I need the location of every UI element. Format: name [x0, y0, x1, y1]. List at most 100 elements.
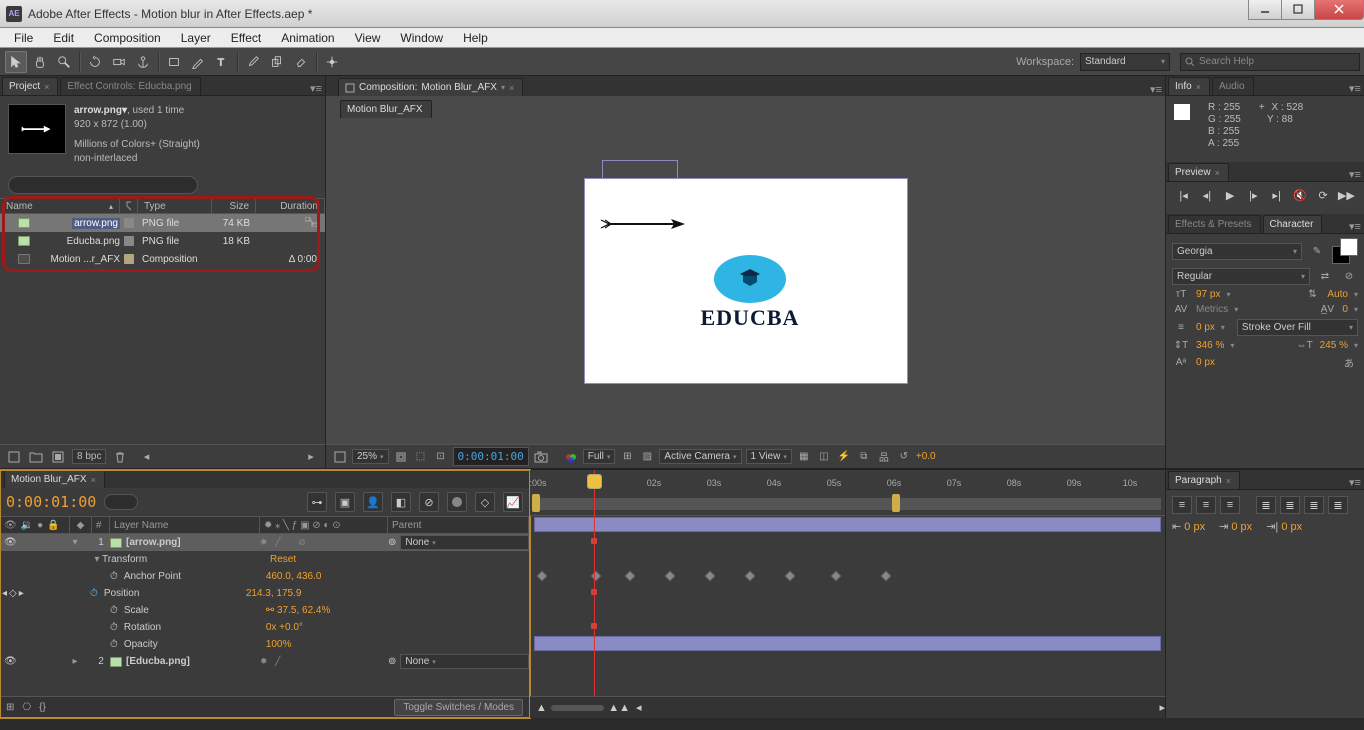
- views-dropdown[interactable]: 1 View▾: [746, 449, 792, 464]
- clone-tool[interactable]: [266, 51, 288, 73]
- tracking-value[interactable]: 0: [1342, 304, 1348, 315]
- panel-menu-icon[interactable]: ▾≡: [1346, 476, 1364, 489]
- close-icon[interactable]: ×: [509, 83, 514, 93]
- col-name[interactable]: Name▴: [0, 199, 120, 213]
- mask-icon[interactable]: ⬚: [413, 449, 429, 465]
- align-right-button[interactable]: ≡: [1220, 496, 1240, 514]
- menu-composition[interactable]: Composition: [84, 29, 171, 47]
- scroll-right-icon[interactable]: ▸: [303, 449, 319, 465]
- prop-rotation[interactable]: ⏱Rotation0x +0.0°: [0, 619, 529, 636]
- keyframe[interactable]: [704, 570, 715, 581]
- audio-tab[interactable]: Audio: [1212, 77, 1254, 95]
- col-duration[interactable]: Duration: [256, 199, 325, 213]
- timeline-tab[interactable]: Motion Blur_AFX×: [4, 470, 105, 488]
- camera-dropdown[interactable]: Active Camera▾: [659, 449, 741, 464]
- twirl-icon[interactable]: ▸: [70, 656, 80, 667]
- panel-menu-icon[interactable]: ▾≡: [1346, 168, 1364, 181]
- auto-keyframe-icon[interactable]: ◇: [475, 492, 495, 512]
- rect-tool[interactable]: [163, 51, 185, 73]
- menu-effect[interactable]: Effect: [221, 29, 271, 47]
- scroll-left-icon[interactable]: ◂: [138, 449, 154, 465]
- graph-editor-icon[interactable]: 📈: [503, 492, 523, 512]
- work-area-end-handle[interactable]: [892, 494, 900, 512]
- stopwatch-icon[interactable]: ⏱: [110, 571, 118, 582]
- pen-tool[interactable]: [187, 51, 209, 73]
- timeline-search[interactable]: [104, 494, 138, 510]
- hand-tool[interactable]: [29, 51, 51, 73]
- justify-all-button[interactable]: ≣: [1328, 496, 1348, 514]
- preview-tab[interactable]: Preview×: [1168, 163, 1229, 181]
- prop-position[interactable]: ◂◇▸⏱Position214.3, 175.9: [0, 585, 529, 602]
- panel-menu-icon[interactable]: ▾≡: [1346, 82, 1364, 95]
- label-swatch[interactable]: [124, 236, 134, 246]
- misc-icon[interactable]: ⊡: [433, 449, 449, 465]
- reset-exp-icon[interactable]: ↺: [896, 449, 912, 465]
- close-button[interactable]: [1314, 0, 1364, 20]
- paragraph-tab[interactable]: Paragraph×: [1168, 471, 1240, 489]
- hscale-value[interactable]: 245 %: [1320, 340, 1348, 351]
- menu-window[interactable]: Window: [390, 29, 453, 47]
- current-time[interactable]: 0:00:01:00: [6, 493, 96, 511]
- keyframe[interactable]: [536, 570, 547, 581]
- indent-first-value[interactable]: 0 px: [1231, 521, 1252, 533]
- brainstorm-icon[interactable]: [447, 492, 467, 512]
- first-frame-button[interactable]: |◂: [1176, 187, 1192, 203]
- work-area-bar[interactable]: [534, 498, 1161, 510]
- prop-scale[interactable]: ⏱Scale⚯ 37.5, 62.4%: [0, 602, 529, 619]
- col-label[interactable]: [120, 199, 138, 213]
- col-size[interactable]: Size: [212, 199, 256, 213]
- project-row[interactable]: Motion ...r_AFX Composition Δ 0:00: [0, 250, 325, 268]
- minimize-button[interactable]: [1248, 0, 1282, 20]
- keyframe[interactable]: [744, 570, 755, 581]
- ram-preview-button[interactable]: ▶▶: [1338, 187, 1354, 203]
- font-family-dropdown[interactable]: Georgia: [1172, 243, 1302, 260]
- zoom-out-icon[interactable]: ▲: [536, 702, 547, 714]
- effects-presets-tab[interactable]: Effects & Presets: [1168, 215, 1261, 233]
- educba-layer[interactable]: EDUCBA: [701, 255, 800, 331]
- no-fill-icon[interactable]: ⊘: [1340, 271, 1358, 282]
- anchor-tool[interactable]: [132, 51, 154, 73]
- render-icon[interactable]: ⎔: [22, 702, 31, 713]
- zoom-in-icon[interactable]: ▲▲: [608, 702, 630, 714]
- work-area-start-handle[interactable]: [532, 494, 540, 512]
- label-swatch[interactable]: [124, 218, 134, 228]
- eraser-tool[interactable]: [290, 51, 312, 73]
- close-icon[interactable]: ×: [44, 82, 49, 92]
- twirl-icon[interactable]: ▾: [70, 537, 80, 548]
- eye-toggle[interactable]: 👁: [4, 656, 17, 667]
- comp-mini-flowchart-icon[interactable]: ⊶: [307, 492, 327, 512]
- search-help-input[interactable]: Search Help: [1180, 53, 1360, 71]
- menu-help[interactable]: Help: [453, 29, 498, 47]
- layer-row[interactable]: 👁 ▾ 1 [arrow.png] ✹ ╱ ⊘ ⊚None▾: [0, 534, 529, 551]
- align-left-button[interactable]: ≡: [1172, 496, 1192, 514]
- maximize-button[interactable]: [1281, 0, 1315, 20]
- link-icon[interactable]: ⚯: [266, 605, 274, 616]
- font-size-value[interactable]: 97 px: [1196, 289, 1220, 300]
- character-tab[interactable]: Character: [1263, 215, 1323, 233]
- draft3d-icon[interactable]: ▣: [335, 492, 355, 512]
- keyframe[interactable]: [664, 570, 675, 581]
- fast-preview-icon[interactable]: ⚡: [836, 449, 852, 465]
- kerning-value[interactable]: Metrics: [1196, 304, 1228, 315]
- prop-opacity[interactable]: ⏱Opacity100%: [0, 636, 529, 653]
- grid-icon[interactable]: [332, 449, 348, 465]
- panel-menu-icon[interactable]: ▾≡: [1346, 220, 1364, 233]
- motion-blur-icon[interactable]: ⊘: [419, 492, 439, 512]
- layer-bar[interactable]: [534, 517, 1161, 532]
- align-center-button[interactable]: ≡: [1196, 496, 1216, 514]
- view-icon[interactable]: ▦: [796, 449, 812, 465]
- trash-icon[interactable]: [112, 449, 128, 465]
- timecode-display[interactable]: 0:00:01:00: [453, 447, 529, 466]
- speaker-icon[interactable]: 🔉: [21, 520, 33, 531]
- pickwhip-icon[interactable]: ⊚: [388, 537, 396, 548]
- folder-icon[interactable]: [28, 449, 44, 465]
- menu-view[interactable]: View: [345, 29, 391, 47]
- time-ruler[interactable]: :00s 02s 03s 04s 05s 06s 07s 08s 09s 10s: [530, 470, 1165, 516]
- composition-viewer[interactable]: EDUCBA: [326, 118, 1165, 444]
- camera-tool[interactable]: [108, 51, 130, 73]
- label-swatch[interactable]: [124, 254, 134, 264]
- transform-group[interactable]: ▾ Transform Reset: [0, 551, 529, 568]
- panel-menu-icon[interactable]: ▾≡: [1147, 83, 1165, 96]
- snapshot-icon[interactable]: [533, 449, 549, 465]
- puppet-tool[interactable]: [321, 51, 343, 73]
